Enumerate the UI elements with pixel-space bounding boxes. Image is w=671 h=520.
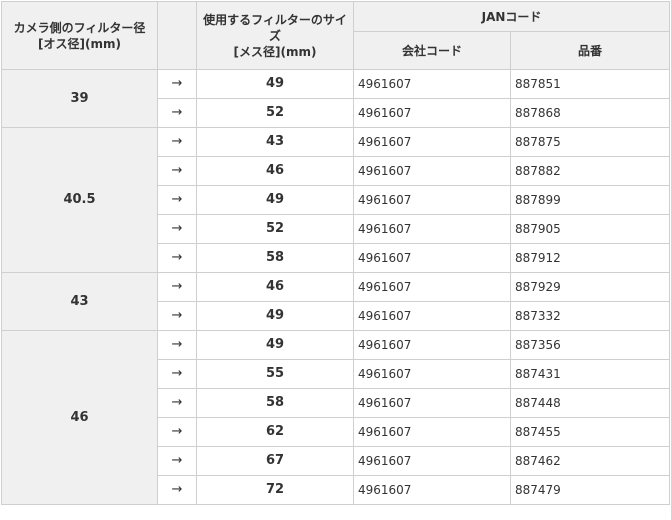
camera-filter-header: カメラ側のフィルター径 [オス径](mm): [1, 1, 158, 70]
use-filter-size: 72: [196, 475, 354, 505]
item-number: 887455: [509, 417, 671, 447]
item-number: 887332: [509, 301, 671, 331]
use-filter-size: 58: [196, 388, 354, 418]
item-number: 887462: [509, 446, 671, 476]
item-number: 887905: [509, 214, 671, 244]
company-code: 4961607: [353, 475, 511, 505]
company-code: 4961607: [353, 359, 511, 389]
table-row: 39 → 49 4961607 887851: [1, 69, 671, 128]
use-filter-size: 58: [196, 243, 354, 273]
use-filter-size: 52: [196, 214, 354, 244]
arrow-glyph: →: [157, 388, 197, 418]
item-number: 887851: [509, 69, 671, 99]
company-code: 4961607: [353, 243, 511, 273]
use-filter-size: 46: [196, 156, 354, 186]
arrow-glyph: →: [157, 214, 197, 244]
company-code: 4961607: [353, 272, 511, 302]
arrow-glyph: →: [157, 272, 197, 302]
item-number-header: 品番: [509, 31, 671, 70]
arrow-glyph: →: [157, 330, 197, 360]
item-number: 887448: [509, 388, 671, 418]
camera-filter-unit: [オス径](mm): [38, 36, 121, 51]
company-code: 4961607: [353, 185, 511, 215]
header-row-1: カメラ側のフィルター径 [オス径](mm) 使用するフィルターのサイズ [メス径…: [1, 1, 671, 70]
company-code-header: 会社コード: [353, 31, 511, 70]
table-header: カメラ側のフィルター径 [オス径](mm) 使用するフィルターのサイズ [メス径…: [1, 1, 671, 70]
item-number: 887431: [509, 359, 671, 389]
camera-filter-size: 39: [1, 69, 158, 128]
use-filter-size: 62: [196, 417, 354, 447]
use-filter-size: 49: [196, 301, 354, 331]
arrow-glyph: →: [157, 156, 197, 186]
use-filter-unit: [メス径](mm): [233, 44, 317, 59]
arrow-glyph: →: [157, 446, 197, 476]
table-body: 39 → 49 4961607 887851 → 52 4961607 887868 40.5 → 4…: [1, 69, 671, 505]
item-number: 887356: [509, 330, 671, 360]
company-code-label: 会社コード: [401, 43, 462, 58]
jan-header: JANコード: [352, 1, 671, 32]
company-code: 4961607: [353, 127, 511, 157]
arrow-glyph: →: [157, 417, 197, 447]
company-code: 4961607: [353, 214, 511, 244]
item-number: 887882: [509, 156, 671, 186]
item-number-label: 品番: [578, 43, 603, 58]
item-number: 887868: [509, 98, 671, 128]
item-number: 887875: [509, 127, 671, 157]
company-code: 4961607: [353, 301, 511, 331]
camera-filter-size: 46: [1, 330, 158, 505]
item-number: 887479: [509, 475, 671, 505]
arrow-glyph: →: [157, 475, 197, 505]
use-filter-size: 49: [196, 185, 354, 215]
item-number: 887899: [509, 185, 671, 215]
use-filter-header: 使用するフィルターのサイズ [メス径](mm): [196, 1, 354, 70]
use-filter-size: 67: [196, 446, 354, 476]
use-filter-label: 使用するフィルターのサイズ: [203, 12, 347, 43]
camera-filter-size: 40.5: [1, 127, 158, 273]
arrow-glyph: →: [157, 243, 197, 273]
camera-filter-label: カメラ側のフィルター径: [13, 20, 146, 35]
table-row: 40.5 → 43 4961607 887875: [1, 127, 671, 273]
use-filter-size: 46: [196, 272, 354, 302]
use-filter-size: 52: [196, 98, 354, 128]
arrow-glyph: →: [157, 127, 197, 157]
arrow-glyph: →: [157, 185, 197, 215]
arrow-header: [157, 1, 197, 70]
company-code: 4961607: [353, 330, 511, 360]
item-number: 887929: [509, 272, 671, 302]
company-code: 4961607: [353, 156, 511, 186]
arrow-glyph: →: [157, 301, 197, 331]
use-filter-size: 55: [196, 359, 354, 389]
arrow-glyph: →: [157, 359, 197, 389]
filter-size-table: カメラ側のフィルター径 [オス径](mm) 使用するフィルターのサイズ [メス径…: [1, 1, 671, 505]
jan-label: JANコード: [481, 9, 542, 24]
arrow-glyph: →: [157, 98, 197, 128]
use-filter-size: 43: [196, 127, 354, 157]
item-number: 887912: [509, 243, 671, 273]
company-code: 4961607: [353, 98, 511, 128]
company-code: 4961607: [353, 69, 511, 99]
table-row: 46 → 49 4961607 887356: [1, 330, 671, 505]
use-filter-size: 49: [196, 330, 354, 360]
use-filter-size: 49: [196, 69, 354, 99]
camera-filter-size: 43: [1, 272, 158, 331]
arrow-glyph: →: [157, 69, 197, 99]
company-code: 4961607: [353, 446, 511, 476]
company-code: 4961607: [353, 388, 511, 418]
table-row: 43 → 46 4961607 887929: [1, 272, 671, 331]
company-code: 4961607: [353, 417, 511, 447]
